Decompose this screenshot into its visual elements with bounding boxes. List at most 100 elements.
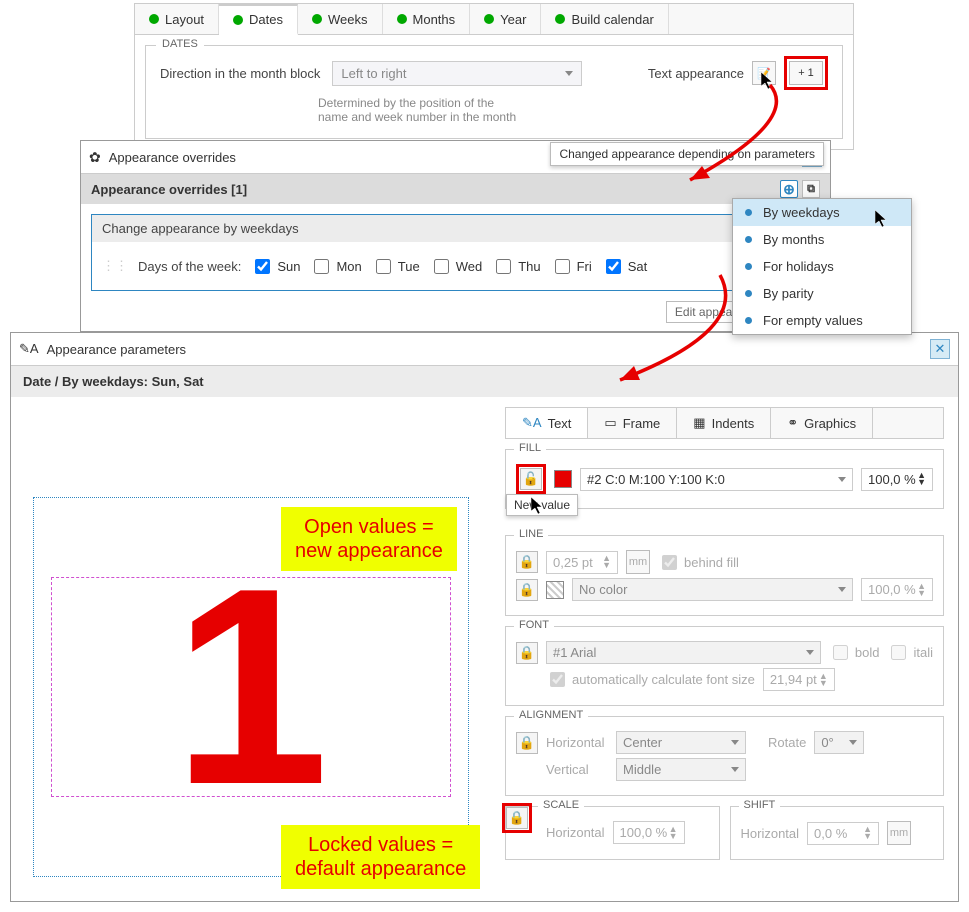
- overrides-dialog: ✿ Appearance overrides ✕ Appearance over…: [80, 140, 831, 332]
- menu-item-months[interactable]: By months: [733, 226, 911, 253]
- color-swatch[interactable]: [546, 581, 564, 599]
- weekday-checkbox-thu[interactable]: Thu: [492, 256, 540, 277]
- highlight-box: + 1: [784, 56, 828, 90]
- breadcrumb: Date / By weekdays: Sun, Sat: [11, 366, 958, 397]
- tab-text[interactable]: ✎AText: [506, 408, 588, 438]
- lock-icon-button[interactable]: 🔒: [516, 732, 538, 754]
- override-type-menu: By weekdays By months For holidays By pa…: [732, 198, 912, 335]
- dialog-titlebar: ✎A Appearance parameters ✕: [11, 333, 958, 366]
- lock-icon-button[interactable]: 🔒: [516, 579, 538, 601]
- tab-weeks[interactable]: Weeks: [298, 4, 383, 34]
- alignment-group: ALIGNMENT 🔒 Horizontal Center Rotate 0° …: [505, 716, 944, 796]
- scale-h-input[interactable]: 100,0 %▲▼: [613, 821, 685, 844]
- scale-h-label: Horizontal: [546, 825, 605, 840]
- appearance-icon-button[interactable]: 📝: [752, 61, 776, 85]
- unit-button[interactable]: mm: [887, 821, 911, 845]
- bold-checkbox[interactable]: bold: [829, 642, 880, 663]
- font-size-input[interactable]: 21,94 pt▲▼: [763, 668, 835, 691]
- status-dot-icon: [312, 14, 322, 24]
- tab-frame[interactable]: ▭Frame: [588, 408, 677, 438]
- line-opacity-input[interactable]: 100,0 %▲▼: [861, 578, 933, 601]
- tab-indents[interactable]: ▦Indents: [677, 408, 771, 438]
- status-dot-icon: [484, 14, 494, 24]
- appearance-icon: ✎A: [19, 341, 39, 357]
- tab-layout[interactable]: Layout: [135, 4, 219, 34]
- add-override-icon-button[interactable]: ⊕: [780, 180, 798, 198]
- fieldset-title: DATES: [156, 38, 204, 50]
- main-tabs: Layout Dates Weeks Months Year Build cal…: [135, 4, 853, 35]
- dialog-title: Appearance overrides: [109, 150, 236, 165]
- line-color-select[interactable]: No color: [572, 578, 853, 601]
- line-group: LINE 🔒 0,25 pt▲▼ mm behind fill 🔒 No col…: [505, 535, 944, 616]
- lock-icon-button[interactable]: 🔒: [506, 807, 528, 829]
- tab-build[interactable]: Build calendar: [541, 4, 668, 34]
- dates-panel: Layout Dates Weeks Months Year Build cal…: [134, 3, 854, 150]
- behind-fill-checkbox[interactable]: behind fill: [658, 552, 739, 573]
- color-swatch[interactable]: [554, 470, 572, 488]
- weekday-checkbox-sun[interactable]: Sun: [251, 256, 300, 277]
- appearance-params-dialog: ✎A Appearance parameters ✕ Date / By wee…: [10, 332, 959, 902]
- h-align-label: Horizontal: [546, 735, 608, 750]
- grip-icon[interactable]: ⋮⋮: [102, 258, 128, 274]
- preview-cell: 1: [51, 577, 451, 797]
- chevron-down-icon: [838, 587, 846, 592]
- unit-button[interactable]: mm: [626, 550, 650, 574]
- add-override-button[interactable]: + 1: [789, 61, 823, 85]
- dialog-title: Appearance parameters: [47, 342, 186, 357]
- tab-graphics[interactable]: ⚭Graphics: [771, 408, 873, 438]
- copy-icon-button[interactable]: ⧉: [802, 180, 820, 198]
- menu-item-weekdays[interactable]: By weekdays: [733, 199, 911, 226]
- indents-icon: ▦: [693, 415, 705, 431]
- tab-months[interactable]: Months: [383, 4, 471, 34]
- text-icon: ✎A: [522, 415, 542, 431]
- fill-opacity-input[interactable]: 100,0 %▲▼: [861, 468, 933, 491]
- status-dot-icon: [555, 14, 565, 24]
- line-width-input[interactable]: 0,25 pt▲▼: [546, 551, 618, 574]
- lock-icon-button[interactable]: 🔒: [516, 551, 538, 573]
- shift-h-label: Horizontal: [741, 826, 800, 841]
- auto-font-checkbox[interactable]: automatically calculate font size: [546, 669, 755, 690]
- status-dot-icon: [397, 14, 407, 24]
- chevron-down-icon: [838, 477, 846, 482]
- weekday-checkbox-wed[interactable]: Wed: [430, 256, 483, 277]
- chevron-down-icon: [731, 740, 739, 745]
- annotation-locked: Locked values =default appearance: [281, 825, 480, 889]
- preview-pane: 1 Open values =new appearance Locked val…: [11, 397, 491, 897]
- status-dot-icon: [233, 15, 243, 25]
- direction-select[interactable]: Left to right: [332, 61, 582, 86]
- chevron-down-icon: [806, 650, 814, 655]
- status-dot-icon: [149, 14, 159, 24]
- chevron-down-icon: [849, 740, 857, 745]
- weekday-checkbox-fri[interactable]: Fri: [551, 256, 592, 277]
- font-select[interactable]: #1 Arial: [546, 641, 821, 664]
- tab-dates[interactable]: Dates: [219, 4, 298, 35]
- weekday-checkbox-mon[interactable]: Mon: [310, 256, 361, 277]
- scale-group: 🔒 SCALE Horizontal 100,0 %▲▼: [505, 806, 720, 860]
- frame-icon: ▭: [604, 415, 616, 431]
- menu-item-holidays[interactable]: For holidays: [733, 253, 911, 280]
- weekday-checkbox-sat[interactable]: Sat: [602, 256, 648, 277]
- text-appearance-label: Text appearance: [648, 66, 744, 81]
- graphics-icon: ⚭: [787, 415, 798, 431]
- unlock-icon-button[interactable]: 🔓: [520, 468, 542, 490]
- overrides-subheader: Appearance overrides [1] ⊕ ⧉: [81, 174, 830, 204]
- h-align-select[interactable]: Center: [616, 731, 746, 754]
- direction-label: Direction in the month block: [160, 66, 320, 81]
- rotate-select[interactable]: 0°: [814, 731, 864, 754]
- fill-color-select[interactable]: #2 C:0 M:100 Y:100 K:0: [580, 468, 853, 491]
- shift-h-input[interactable]: 0,0 %▲▼: [807, 822, 879, 845]
- v-align-select[interactable]: Middle: [616, 758, 746, 781]
- shift-group: SHIFT Horizontal 0,0 %▲▼ mm: [730, 806, 945, 860]
- close-button[interactable]: ✕: [930, 339, 950, 359]
- menu-item-empty[interactable]: For empty values: [733, 307, 911, 334]
- lock-icon-button[interactable]: 🔒: [516, 642, 538, 664]
- tab-year[interactable]: Year: [470, 4, 541, 34]
- chevron-down-icon: [731, 767, 739, 772]
- fill-group: FILL 🔓 #2 C:0 M:100 Y:100 K:0 100,0 %▲▼ …: [505, 449, 944, 509]
- annotation-open: Open values =new appearance: [281, 507, 457, 571]
- override-rule: Change appearance by weekdays ⋮⋮ Days of…: [91, 214, 820, 291]
- weekday-checkbox-tue[interactable]: Tue: [372, 256, 420, 277]
- menu-item-parity[interactable]: By parity: [733, 280, 911, 307]
- override-rule-header: Change appearance by weekdays: [92, 215, 819, 242]
- italic-checkbox[interactable]: itali: [887, 642, 933, 663]
